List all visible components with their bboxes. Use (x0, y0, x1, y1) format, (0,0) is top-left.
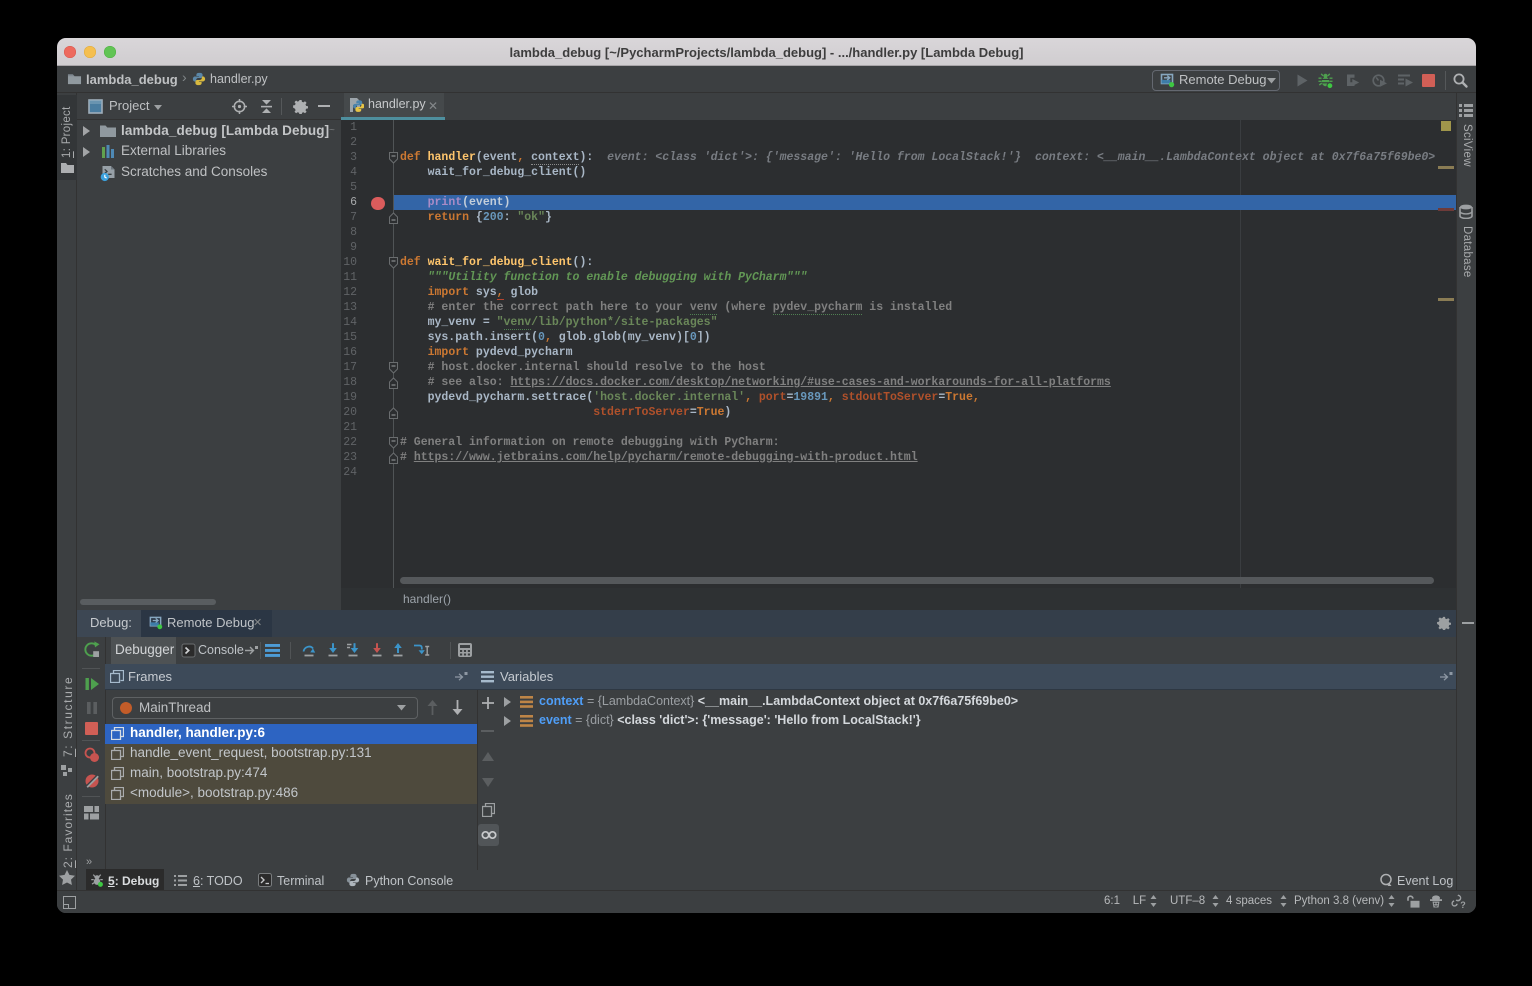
svg-text:?: ? (1460, 900, 1466, 909)
